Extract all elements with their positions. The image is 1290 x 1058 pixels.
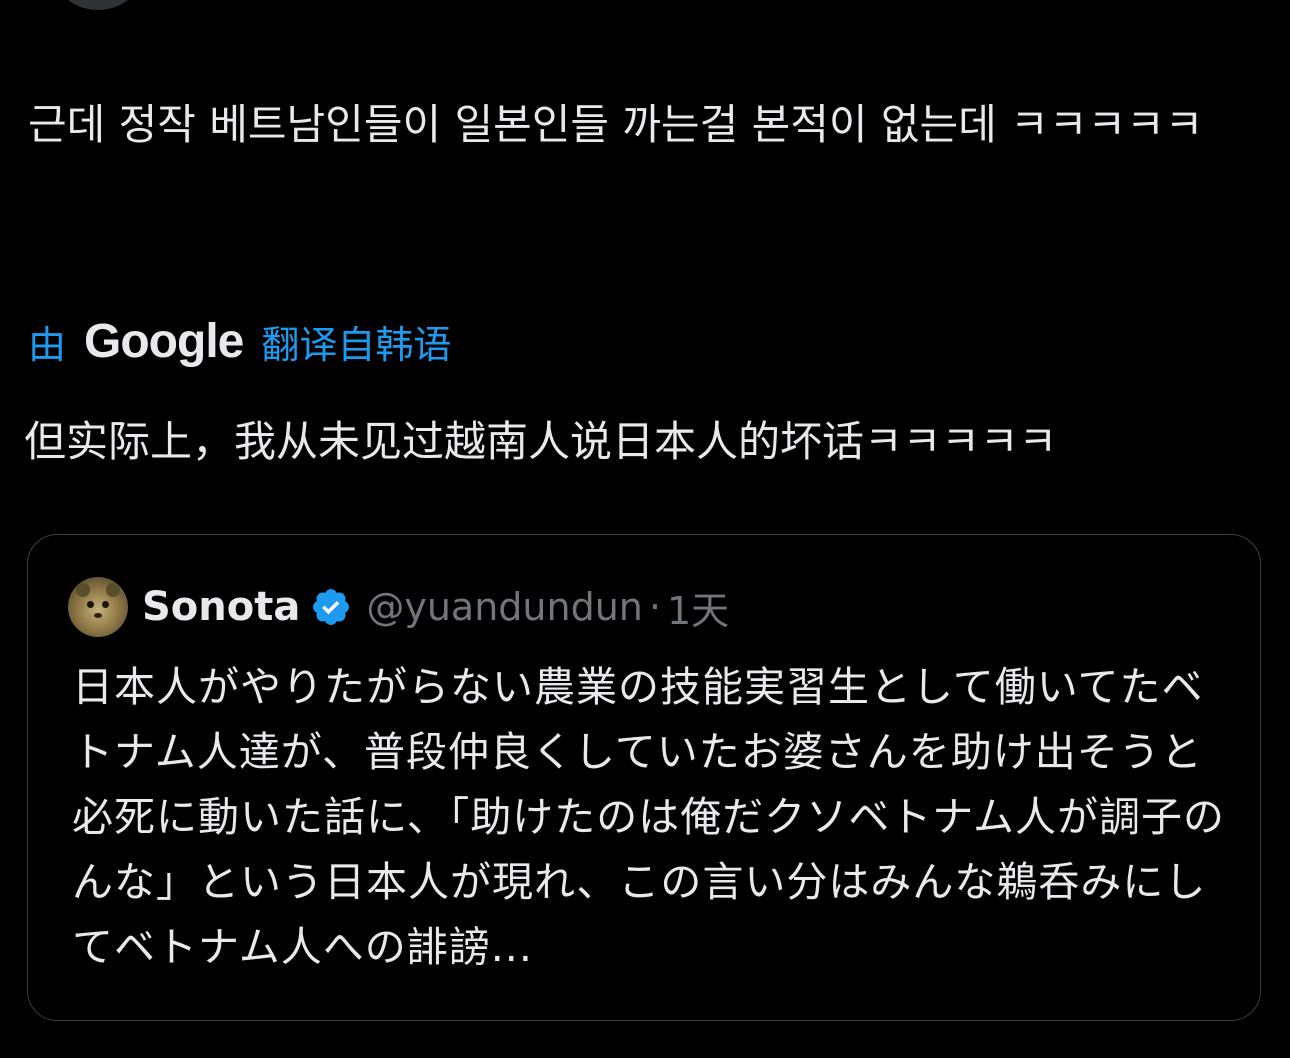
translation-source-language: 翻译自韩语 [261,322,452,367]
translation-attribution[interactable]: 由 Google 翻译自韩语 [28,306,451,376]
quoted-tweet-time[interactable]: 1天 [667,580,729,635]
author-avatar[interactable] [48,0,148,10]
quoted-author-handle[interactable]: @yuandundun [366,585,643,629]
quoted-tweet-card[interactable]: Sonota @yuandundun · 1天 日本人がやりたがらない農業の技能… [27,534,1261,1021]
tweet-text: 근데 정작 베트남인들이 일본인들 까는걸 본적이 없는데 ㅋㅋㅋㅋㅋ [28,100,1204,149]
separator-dot: · [648,585,661,629]
quoted-author-avatar[interactable] [68,577,128,637]
google-logo: Google [84,314,244,368]
verified-badge-icon [313,589,350,625]
quoted-tweet-text: 日本人がやりたがらない農業の技能実習生として働いてたベトナム人達が、普段仲良くし… [72,663,1226,971]
quoted-tweet-header: Sonota @yuandundun · 1天 [68,575,729,639]
quoted-author-name[interactable]: Sonota [142,584,300,630]
translation-prefix: 由 [28,322,67,367]
translated-text: 但实际上，我从未见过越南人说日本人的坏话ㅋㅋㅋㅋㅋ [24,417,1058,466]
